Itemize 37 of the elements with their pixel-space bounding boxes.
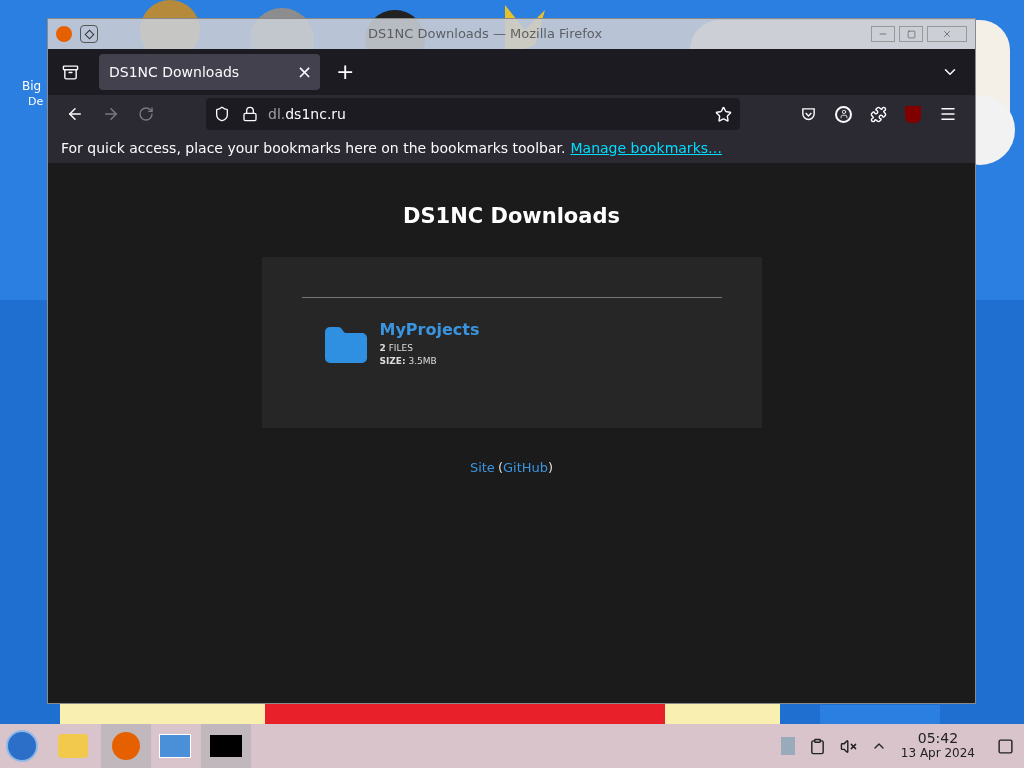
site-link[interactable]: Site xyxy=(469,457,495,477)
account-icon[interactable] xyxy=(835,105,852,123)
desktop-icon-label[interactable]: Big xyxy=(22,78,42,94)
file-count: 2 FILES xyxy=(379,341,414,355)
clipboard-icon[interactable] xyxy=(808,737,826,755)
tab-close-button[interactable]: × xyxy=(296,63,312,81)
start-button[interactable] xyxy=(6,730,38,762)
reload-icon[interactable] xyxy=(138,106,154,122)
tab-title: DS1NC Downloads xyxy=(109,62,241,82)
page-heading: DS1NC Downloads xyxy=(403,203,620,230)
manage-bookmarks-link[interactable]: Manage bookmarks… xyxy=(570,137,723,159)
shield-icon[interactable] xyxy=(214,106,230,122)
pocket-icon[interactable] xyxy=(800,105,817,123)
clock-time: 05:42 xyxy=(917,731,959,746)
url-text: dl.ds1nc.ru xyxy=(268,104,346,124)
window-title: DS1NC Downloads — Mozilla Firefox xyxy=(368,25,603,44)
address-field[interactable]: dl.ds1nc.ru xyxy=(206,98,740,130)
bookmark-star-icon[interactable] xyxy=(715,105,732,123)
forward-icon[interactable] xyxy=(102,105,120,123)
mute-icon[interactable] xyxy=(839,737,857,755)
bookmarks-message: For quick access, place your bookmarks here on the bookmarks toolbar. xyxy=(61,138,566,158)
pin-icon[interactable] xyxy=(80,25,98,43)
tab-list-icon[interactable] xyxy=(62,63,79,81)
browser-tab[interactable]: DS1NC Downloads × xyxy=(99,54,320,90)
lock-icon[interactable] xyxy=(242,106,258,122)
back-icon[interactable] xyxy=(66,105,84,123)
folder-size: SIZE: 3.5MB xyxy=(379,354,438,368)
desktop-icon[interactable] xyxy=(997,737,1014,755)
folder-link[interactable]: MyProjects xyxy=(379,317,480,342)
github-link[interactable]: GitHub xyxy=(502,457,548,477)
extensions-icon[interactable] xyxy=(870,105,887,123)
paren-text: ) xyxy=(548,458,554,477)
menu-icon[interactable] xyxy=(939,105,957,123)
new-tab-button[interactable]: + xyxy=(336,61,355,83)
clock-date: 13 Apr 2024 xyxy=(900,746,975,761)
desktop-icon-label[interactable]: De xyxy=(28,94,44,110)
paren-text: ( xyxy=(497,458,503,477)
